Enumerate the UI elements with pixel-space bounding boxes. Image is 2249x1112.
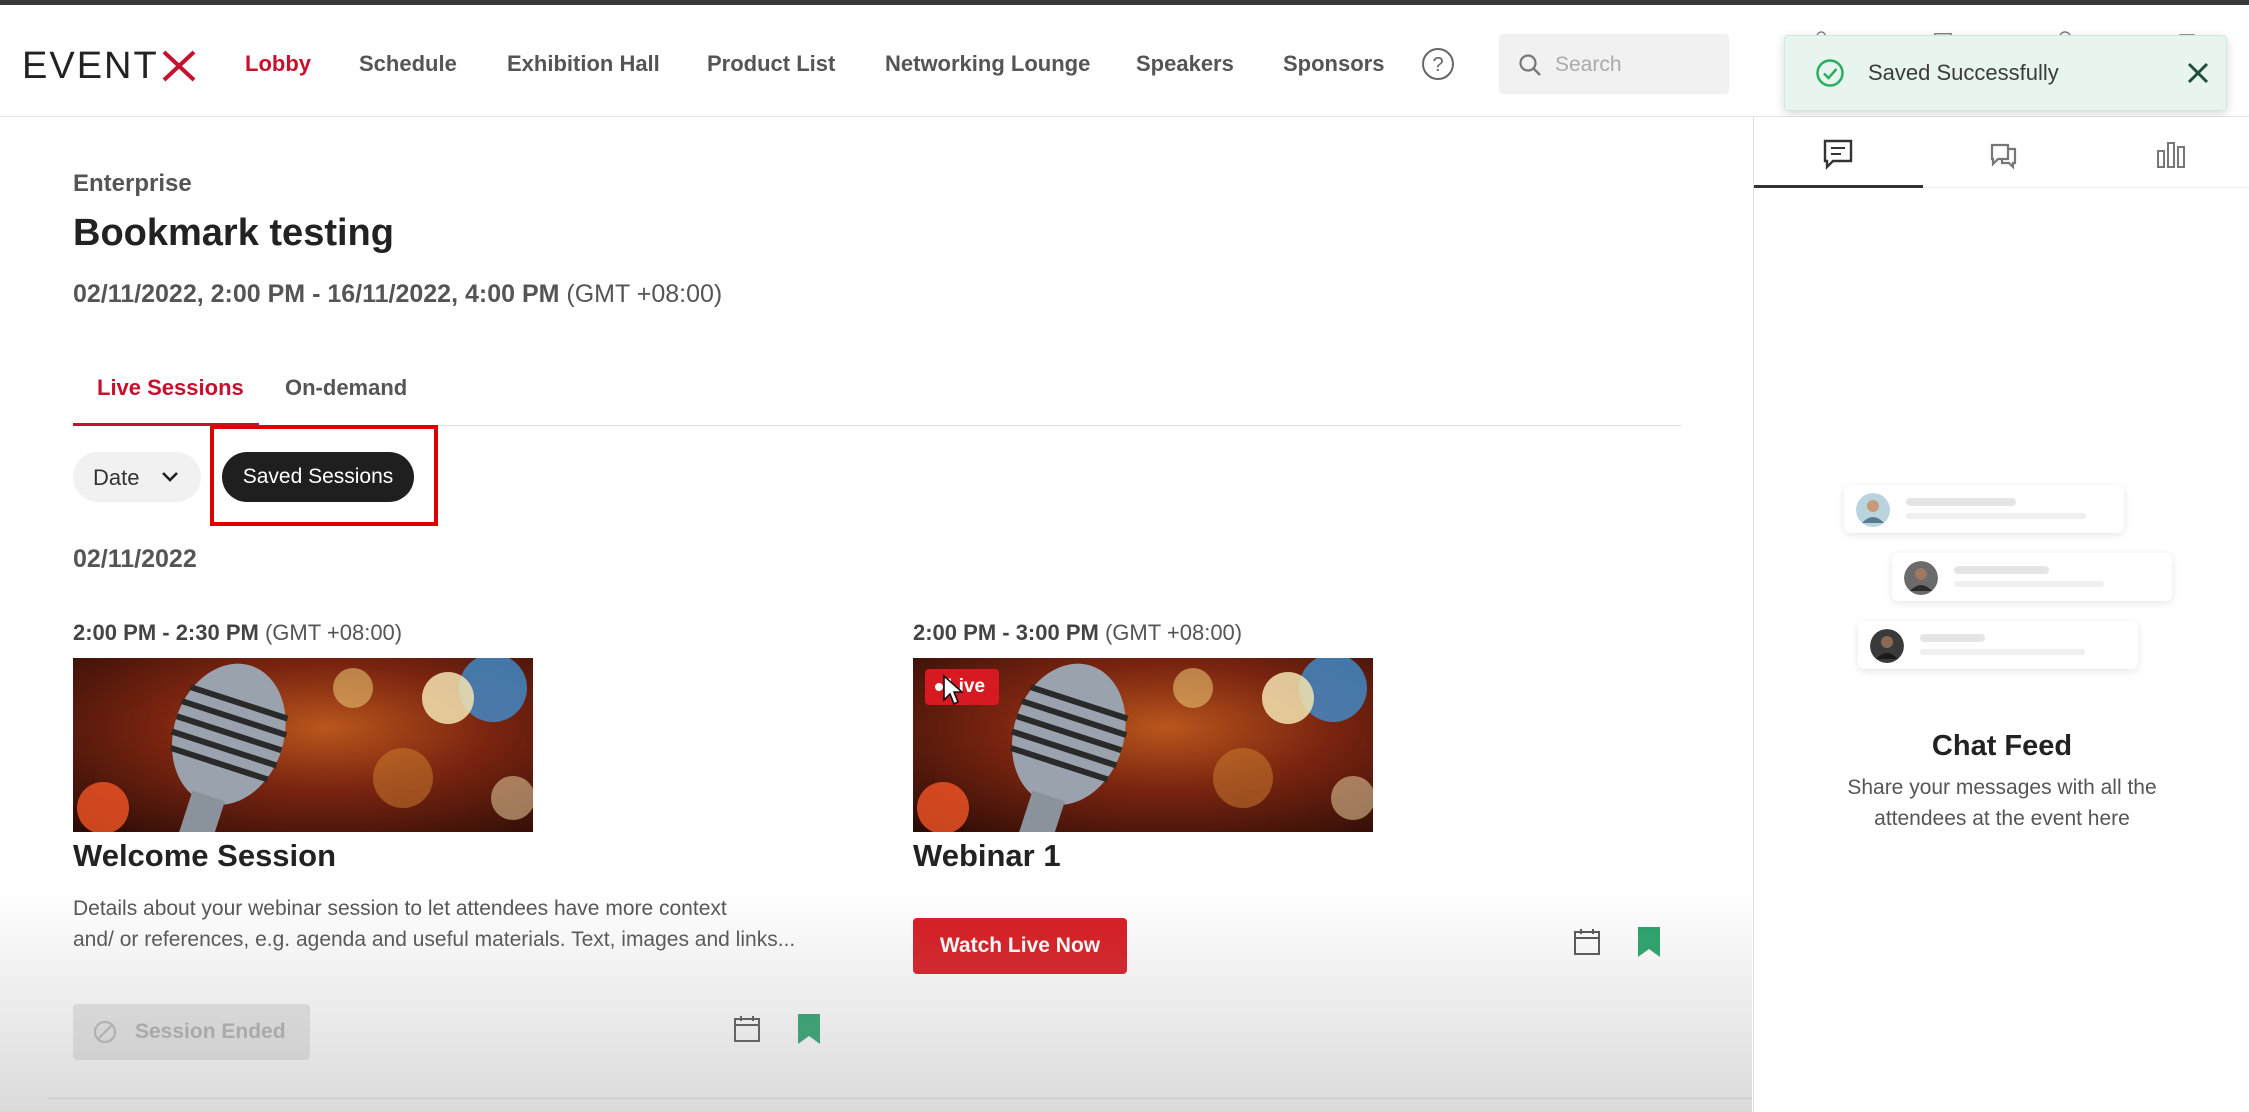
event-date-range-text: 02/11/2022, 2:00 PM - 16/11/2022, 4:00 P… bbox=[73, 280, 560, 308]
svg-text:EVENT: EVENT bbox=[22, 45, 159, 86]
watch-live-now-button[interactable]: Watch Live Now bbox=[913, 918, 1127, 974]
qa-icon[interactable] bbox=[1986, 137, 2020, 171]
chat-illustration-card bbox=[1844, 485, 2124, 533]
bottom-divider bbox=[48, 1098, 1752, 1099]
session-description-line: and/ or references, e.g. agenda and usef… bbox=[73, 928, 796, 951]
session-time: 2:00 PM - 2:30 PM (GMT +08:00) bbox=[73, 620, 402, 646]
nav-exhibition-hall[interactable]: Exhibition Hall bbox=[507, 47, 660, 81]
question-circle-icon[interactable]: ? bbox=[1421, 47, 1455, 81]
date-filter-label: Date bbox=[93, 465, 140, 490]
session-description: Details about your webinar session to le… bbox=[73, 893, 843, 955]
chat-feed-subtitle: Share your messages with all the attende… bbox=[1847, 776, 2157, 830]
session-time-range: 2:00 PM - 3:00 PM bbox=[913, 620, 1099, 645]
nav-speakers[interactable]: Speakers bbox=[1136, 47, 1234, 81]
svg-text:?: ? bbox=[1432, 54, 1443, 76]
nav-schedule[interactable]: Schedule bbox=[359, 47, 457, 81]
session-description-line: Details about your webinar session to le… bbox=[73, 897, 727, 920]
page-title: Bookmark testing bbox=[73, 212, 394, 254]
tab-live-sessions[interactable]: Live Sessions bbox=[97, 372, 244, 424]
session-timezone: (GMT +08:00) bbox=[1104, 620, 1243, 645]
bookmark-icon[interactable] bbox=[796, 1012, 822, 1046]
search-icon bbox=[1519, 54, 1541, 76]
toast-message: Saved Successfully bbox=[1868, 60, 2059, 85]
avatar bbox=[1856, 493, 1890, 527]
placeholder-line bbox=[1954, 566, 2049, 574]
calendar-icon[interactable] bbox=[732, 1014, 762, 1044]
chat-illustration-card bbox=[1892, 553, 2172, 601]
session-thumbnail[interactable] bbox=[73, 658, 533, 832]
avatar bbox=[1904, 561, 1938, 595]
chat-panel: Chat Feed Share your messages with all t… bbox=[1753, 117, 2249, 1112]
success-toast: Saved Successfully bbox=[1784, 35, 2227, 111]
session-ended-label: Session Ended bbox=[135, 1020, 286, 1043]
chat-illustration-card bbox=[1858, 621, 2138, 669]
search-input[interactable] bbox=[1553, 44, 1722, 86]
placeholder-line bbox=[1920, 649, 2085, 655]
chat-icon[interactable] bbox=[1821, 137, 1855, 171]
chat-feed-title: Chat Feed bbox=[1931, 730, 2073, 762]
schedule-day-heading: 02/11/2022 bbox=[73, 545, 197, 573]
session-time-range: 2:00 PM - 2:30 PM bbox=[73, 620, 259, 645]
event-timezone: (GMT +08:00) bbox=[566, 280, 723, 308]
placeholder-line bbox=[1906, 513, 2086, 519]
placeholder-line bbox=[1920, 634, 1985, 642]
placeholder-line bbox=[1954, 581, 2104, 587]
check-circle-icon bbox=[1816, 59, 1844, 87]
bookmark-icon[interactable] bbox=[1636, 925, 1662, 959]
nav-sponsors[interactable]: Sponsors bbox=[1283, 47, 1384, 81]
eventx-logo[interactable]: EVENT bbox=[22, 42, 198, 86]
nav-networking-lounge[interactable]: Networking Lounge bbox=[885, 47, 1090, 81]
nav-product-list[interactable]: Product List bbox=[707, 47, 835, 81]
panel-tab-active-indicator bbox=[1754, 185, 1923, 188]
search-box[interactable] bbox=[1499, 34, 1729, 94]
session-time: 2:00 PM - 3:00 PM (GMT +08:00) bbox=[913, 620, 1242, 646]
ban-icon bbox=[93, 1020, 117, 1044]
placeholder-line bbox=[1906, 498, 2016, 506]
session-ended-button: Session Ended bbox=[73, 1004, 310, 1060]
close-icon[interactable] bbox=[2183, 58, 2213, 88]
microphone-image bbox=[73, 658, 533, 832]
poll-icon[interactable] bbox=[2154, 137, 2188, 171]
session-title[interactable]: Webinar 1 bbox=[913, 838, 1061, 874]
nav-lobby[interactable]: Lobby bbox=[245, 47, 311, 81]
session-title[interactable]: Welcome Session bbox=[73, 838, 336, 874]
event-date-range: 02/11/2022, 2:00 PM - 16/11/2022, 4:00 P… bbox=[73, 280, 722, 309]
highlight-annotation bbox=[210, 425, 438, 526]
session-timezone: (GMT +08:00) bbox=[264, 620, 403, 645]
chevron-down-icon bbox=[162, 472, 178, 482]
calendar-icon[interactable] bbox=[1572, 927, 1602, 957]
mouse-cursor-icon bbox=[943, 674, 964, 706]
tab-on-demand[interactable]: On-demand bbox=[285, 372, 407, 424]
event-organizer: Enterprise bbox=[73, 170, 192, 197]
date-filter-dropdown[interactable]: Date bbox=[73, 452, 201, 502]
avatar bbox=[1870, 629, 1904, 663]
